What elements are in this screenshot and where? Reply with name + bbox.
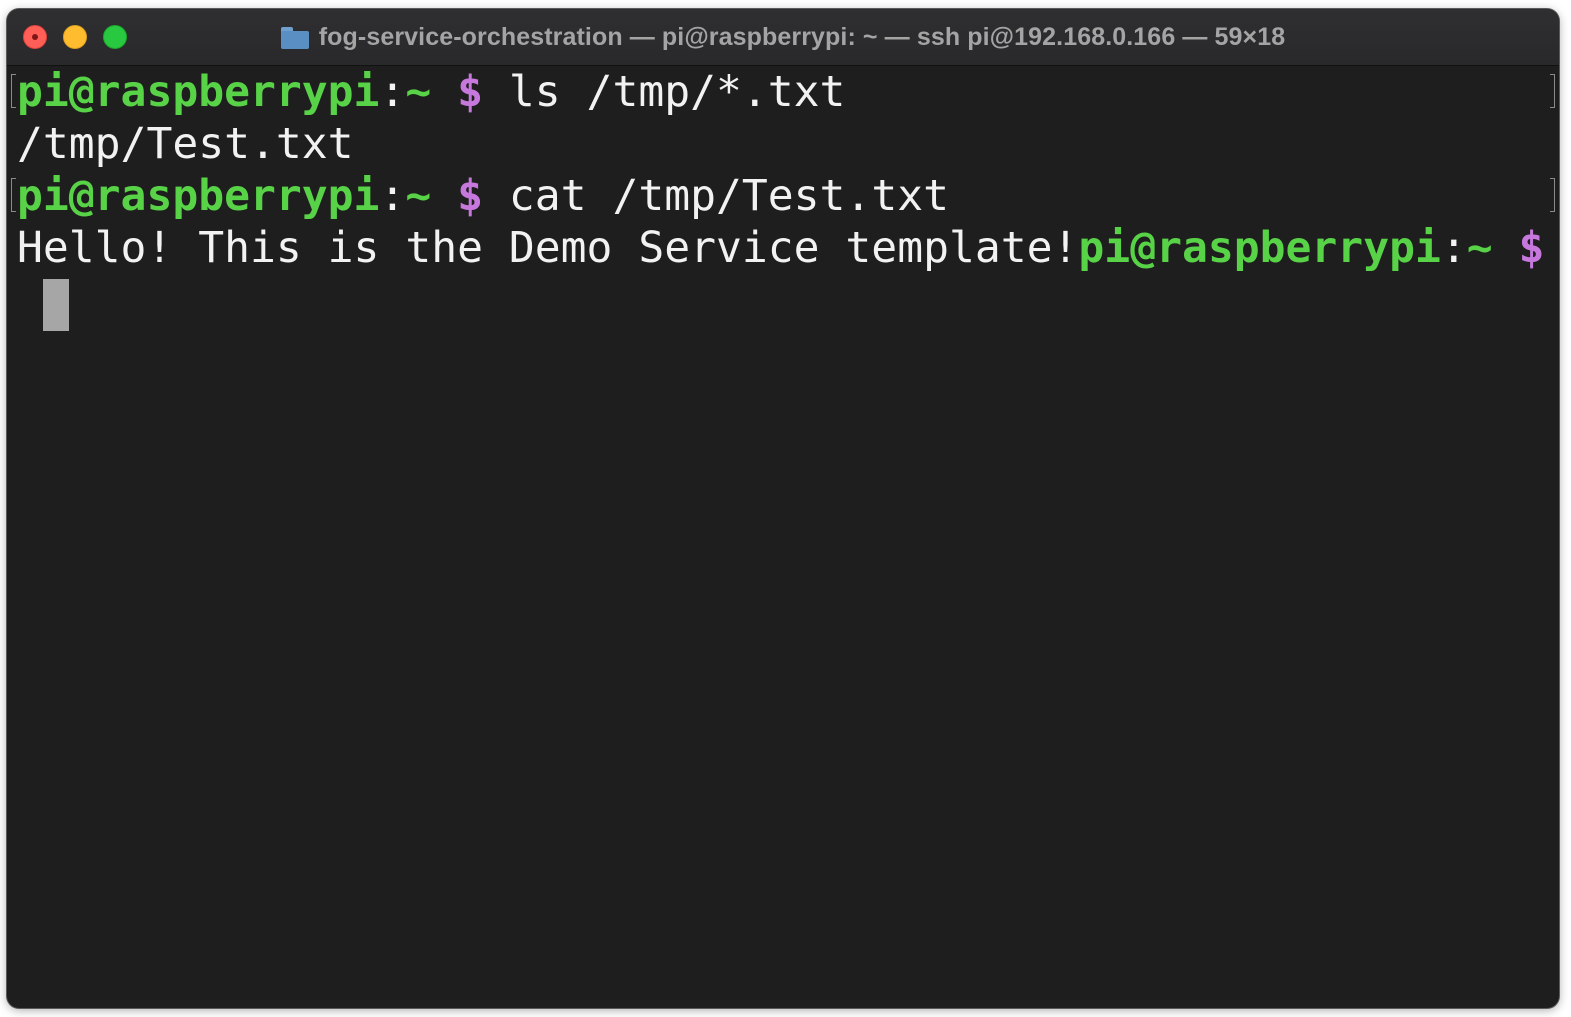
output-text: Hello! This is the Demo Service template… <box>17 223 1079 273</box>
prompt-user: pi@raspberrypi <box>1078 223 1441 273</box>
title-bar[interactable]: fog-service-orchestration — pi@raspberry… <box>7 9 1559 66</box>
prompt-path: ~ <box>405 67 432 117</box>
command-text: cat /tmp/Test.txt <box>508 171 949 221</box>
terminal-line-1: pi@raspberrypi:~ $ ls /tmp/*.txt <box>17 66 845 118</box>
terminal-window: fog-service-orchestration — pi@raspberry… <box>7 9 1559 1008</box>
mark-bracket-right <box>1550 74 1555 108</box>
prompt-symbol: $ <box>1518 223 1545 273</box>
text-cursor <box>43 279 69 331</box>
mark-bracket-left <box>11 178 16 212</box>
mark-bracket-left <box>11 74 16 108</box>
prompt-user: pi@raspberrypi <box>17 171 380 221</box>
prompt-colon: : <box>379 67 406 117</box>
prompt-symbol: $ <box>457 67 483 117</box>
terminal-line-4: Hello! This is the Demo Service template… <box>17 222 1544 274</box>
window-title: fog-service-orchestration — pi@raspberry… <box>7 9 1559 65</box>
prompt-user: pi@raspberrypi <box>17 67 380 117</box>
folder-icon <box>280 27 309 49</box>
mark-bracket-right <box>1550 178 1555 212</box>
prompt-path: ~ <box>1466 223 1493 273</box>
window-title-text: fog-service-orchestration — pi@raspberry… <box>318 22 1286 51</box>
prompt-colon: : <box>379 171 406 221</box>
prompt-path: ~ <box>405 171 432 221</box>
prompt-symbol: $ <box>457 171 483 221</box>
output-text: /tmp/Test.txt <box>17 119 354 169</box>
command-text: ls /tmp/*.txt <box>508 67 846 117</box>
terminal-output[interactable]: pi@raspberrypi:~ $ ls /tmp/*.txt /tmp/Te… <box>7 66 1559 1008</box>
prompt-colon: : <box>1440 223 1467 273</box>
terminal-line-3: pi@raspberrypi:~ $ cat /tmp/Test.txt <box>17 170 949 222</box>
terminal-line-2: /tmp/Test.txt <box>17 118 354 170</box>
